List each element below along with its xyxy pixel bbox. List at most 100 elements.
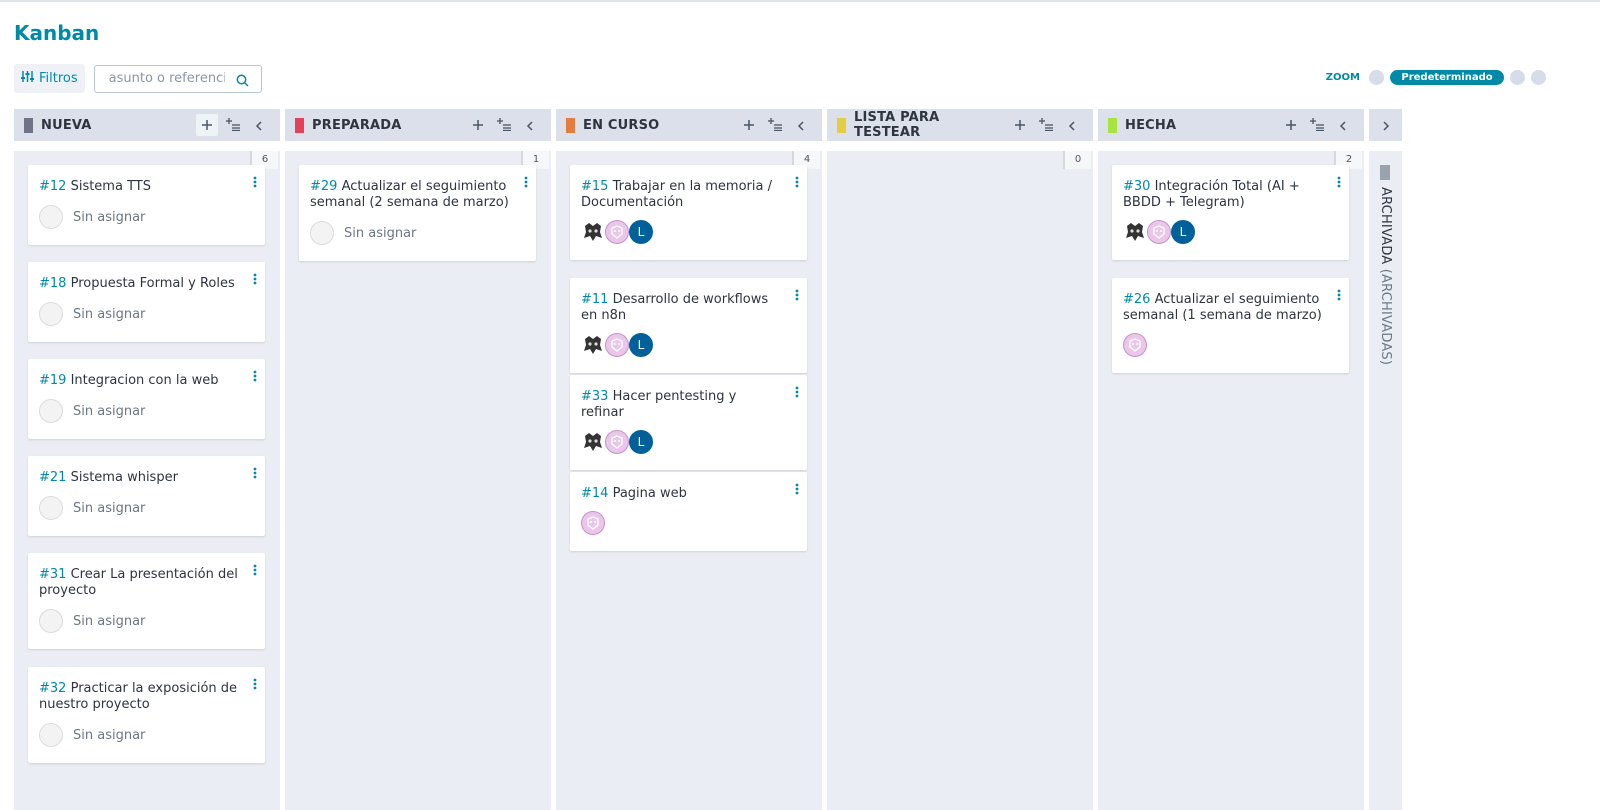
task-card[interactable]: #12 Sistema TTS Sin asignar bbox=[28, 165, 265, 245]
collapse-column-button[interactable] bbox=[1332, 114, 1354, 136]
avatar[interactable] bbox=[605, 430, 629, 454]
assignee[interactable]: Sin asignar bbox=[39, 723, 239, 747]
card-subject[interactable]: Propuesta Formal y Roles bbox=[71, 276, 235, 291]
assignee[interactable]: Sin asignar bbox=[39, 205, 239, 229]
card-ref[interactable]: #30 bbox=[1123, 179, 1150, 194]
card-ref[interactable]: #18 bbox=[39, 276, 66, 291]
add-card-button[interactable] bbox=[196, 114, 218, 136]
card-menu-button[interactable] bbox=[1337, 286, 1341, 305]
card-ref[interactable]: #31 bbox=[39, 567, 66, 582]
card-menu-button[interactable] bbox=[253, 675, 257, 694]
card-menu-button[interactable] bbox=[524, 173, 528, 192]
add-card-button[interactable] bbox=[1280, 114, 1302, 136]
assignee-avatars[interactable]: L bbox=[1123, 220, 1323, 244]
assignee-avatars[interactable]: L bbox=[581, 220, 781, 244]
card-ref[interactable]: #32 bbox=[39, 681, 66, 696]
avatar[interactable] bbox=[1147, 220, 1171, 244]
avatar[interactable] bbox=[581, 430, 605, 454]
zoom-level-detailed[interactable] bbox=[1510, 70, 1525, 85]
card-ref[interactable]: #21 bbox=[39, 470, 66, 485]
zoom-level-compact[interactable] bbox=[1369, 70, 1384, 85]
avatar[interactable]: L bbox=[629, 220, 653, 244]
card-ref[interactable]: #26 bbox=[1123, 292, 1150, 307]
avatar[interactable]: L bbox=[629, 333, 653, 357]
task-card[interactable]: #29 Actualizar el seguimiento semanal (2… bbox=[299, 165, 536, 261]
card-subject[interactable]: Integracion con la web bbox=[71, 373, 219, 388]
card-menu-button[interactable] bbox=[795, 173, 799, 192]
search-box[interactable] bbox=[93, 64, 262, 93]
add-card-button[interactable] bbox=[467, 114, 489, 136]
collapse-column-button[interactable] bbox=[1061, 114, 1083, 136]
card-subject[interactable]: Desarrollo de workflows en n8n bbox=[581, 292, 768, 323]
card-subject[interactable]: Sistema whisper bbox=[71, 470, 178, 485]
card-subject[interactable]: Pagina web bbox=[613, 486, 687, 501]
card-subject[interactable]: Actualizar el seguimiento semanal (1 sem… bbox=[1123, 292, 1322, 323]
avatar[interactable] bbox=[1123, 220, 1147, 244]
bulk-add-button[interactable] bbox=[1035, 114, 1057, 136]
add-card-button[interactable] bbox=[738, 114, 760, 136]
collapse-column-button[interactable] bbox=[790, 114, 812, 136]
bulk-add-button[interactable] bbox=[1306, 114, 1328, 136]
card-ref[interactable]: #11 bbox=[581, 292, 608, 307]
card-ref[interactable]: #19 bbox=[39, 373, 66, 388]
card-ref[interactable]: #14 bbox=[581, 486, 608, 501]
zoom-level-expanded[interactable] bbox=[1531, 70, 1546, 85]
task-card[interactable]: #19 Integracion con la web Sin asignar bbox=[28, 359, 265, 439]
card-subject[interactable]: Sistema TTS bbox=[71, 179, 151, 194]
task-card[interactable]: #31 Crear La presentación del proyecto Si… bbox=[28, 553, 265, 649]
card-subject[interactable]: Actualizar el seguimiento semanal (2 sem… bbox=[310, 179, 509, 210]
zoom-level-default[interactable]: Predeterminado bbox=[1390, 70, 1504, 85]
card-menu-button[interactable] bbox=[795, 480, 799, 499]
card-menu-button[interactable] bbox=[253, 173, 257, 192]
assignee[interactable]: Sin asignar bbox=[39, 399, 239, 423]
card-menu-button[interactable] bbox=[253, 561, 257, 580]
avatar[interactable] bbox=[581, 220, 605, 244]
task-card[interactable]: #33 Hacer pentesting y refinar L bbox=[570, 375, 807, 470]
task-card[interactable]: #32 Practicar la exposición de nuestro p… bbox=[28, 667, 265, 763]
avatar[interactable] bbox=[581, 333, 605, 357]
task-card[interactable]: #30 Integración Total (AI + BBDD + Teleg… bbox=[1112, 165, 1349, 260]
card-subject[interactable]: Practicar la exposición de nuestro proye… bbox=[39, 681, 237, 712]
collapse-column-button[interactable] bbox=[248, 114, 270, 136]
task-card[interactable]: #18 Propuesta Formal y Roles Sin asignar bbox=[28, 262, 265, 342]
assignee[interactable]: Sin asignar bbox=[39, 496, 239, 520]
archived-column-body[interactable]: ARCHIVADA (ARCHIVADAS) bbox=[1369, 151, 1402, 810]
card-ref[interactable]: #12 bbox=[39, 179, 66, 194]
assignee[interactable]: Sin asignar bbox=[39, 609, 239, 633]
task-card[interactable]: #26 Actualizar el seguimiento semanal (1… bbox=[1112, 278, 1349, 373]
bulk-add-button[interactable] bbox=[493, 114, 515, 136]
bulk-add-button[interactable] bbox=[764, 114, 786, 136]
avatar[interactable]: L bbox=[629, 430, 653, 454]
card-ref[interactable]: #33 bbox=[581, 389, 608, 404]
filters-button[interactable]: Filtros bbox=[14, 64, 85, 93]
add-card-button[interactable] bbox=[1009, 114, 1031, 136]
assignee-avatars[interactable]: L bbox=[581, 333, 781, 357]
card-menu-button[interactable] bbox=[795, 383, 799, 402]
card-menu-button[interactable] bbox=[253, 270, 257, 289]
assignee[interactable]: Sin asignar bbox=[310, 221, 510, 245]
card-menu-button[interactable] bbox=[1337, 173, 1341, 192]
task-card[interactable]: #11 Desarrollo de workflows en n8n L bbox=[570, 278, 807, 373]
card-subject[interactable]: Integración Total (AI + BBDD + Telegram) bbox=[1123, 179, 1300, 210]
assignee-avatars[interactable]: L bbox=[581, 430, 781, 454]
card-menu-button[interactable] bbox=[253, 464, 257, 483]
task-card[interactable]: #21 Sistema whisper Sin asignar bbox=[28, 456, 265, 536]
assignee-avatars[interactable] bbox=[581, 511, 781, 535]
avatar[interactable] bbox=[605, 333, 629, 357]
card-subject[interactable]: Crear La presentación del proyecto bbox=[39, 567, 238, 598]
assignee-avatars[interactable] bbox=[1123, 333, 1323, 357]
search-icon[interactable] bbox=[236, 72, 249, 91]
task-card[interactable]: #14 Pagina web bbox=[570, 472, 807, 551]
avatar[interactable]: L bbox=[1171, 220, 1195, 244]
card-menu-button[interactable] bbox=[253, 367, 257, 386]
bulk-add-button[interactable] bbox=[222, 114, 244, 136]
search-input[interactable] bbox=[94, 65, 225, 92]
expand-archived-button[interactable] bbox=[1369, 109, 1402, 141]
card-ref[interactable]: #15 bbox=[581, 179, 608, 194]
avatar[interactable] bbox=[1123, 333, 1147, 357]
assignee[interactable]: Sin asignar bbox=[39, 302, 239, 326]
collapse-column-button[interactable] bbox=[519, 114, 541, 136]
avatar[interactable] bbox=[581, 511, 605, 535]
card-menu-button[interactable] bbox=[795, 286, 799, 305]
card-subject[interactable]: Trabajar en la memoria / Documentación bbox=[581, 179, 772, 210]
